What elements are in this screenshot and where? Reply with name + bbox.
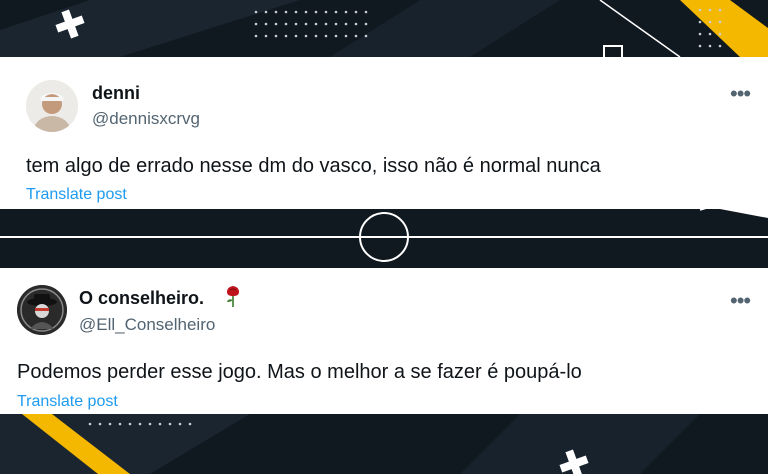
avatar[interactable] [26, 80, 78, 132]
user-handle[interactable]: @Ell_Conselheiro [79, 315, 215, 335]
rose-icon [227, 286, 239, 307]
more-options-icon[interactable]: ••• [730, 290, 751, 312]
post-text: tem algo de errado nesse dm do vasco, is… [26, 155, 601, 177]
avatar[interactable] [17, 285, 67, 335]
user-avatar-icon [17, 285, 67, 335]
user-avatar-icon [26, 80, 78, 132]
display-name[interactable]: denni [92, 83, 140, 104]
display-name[interactable]: O conselheiro. [79, 288, 204, 309]
user-handle[interactable]: @dennisxcrvg [92, 109, 200, 129]
translate-post-link[interactable]: Translate post [17, 393, 118, 411]
more-options-icon[interactable]: ••• [730, 83, 751, 105]
post-card-2[interactable]: O conselheiro. @Ell_Conselheiro ••• Pode… [0, 268, 768, 414]
post-text: Podemos perder esse jogo. Mas o melhor a… [17, 361, 582, 383]
post-card-1[interactable]: denni @dennisxcrvg ••• tem algo de errad… [0, 57, 768, 209]
translate-post-link[interactable]: Translate post [26, 186, 127, 204]
